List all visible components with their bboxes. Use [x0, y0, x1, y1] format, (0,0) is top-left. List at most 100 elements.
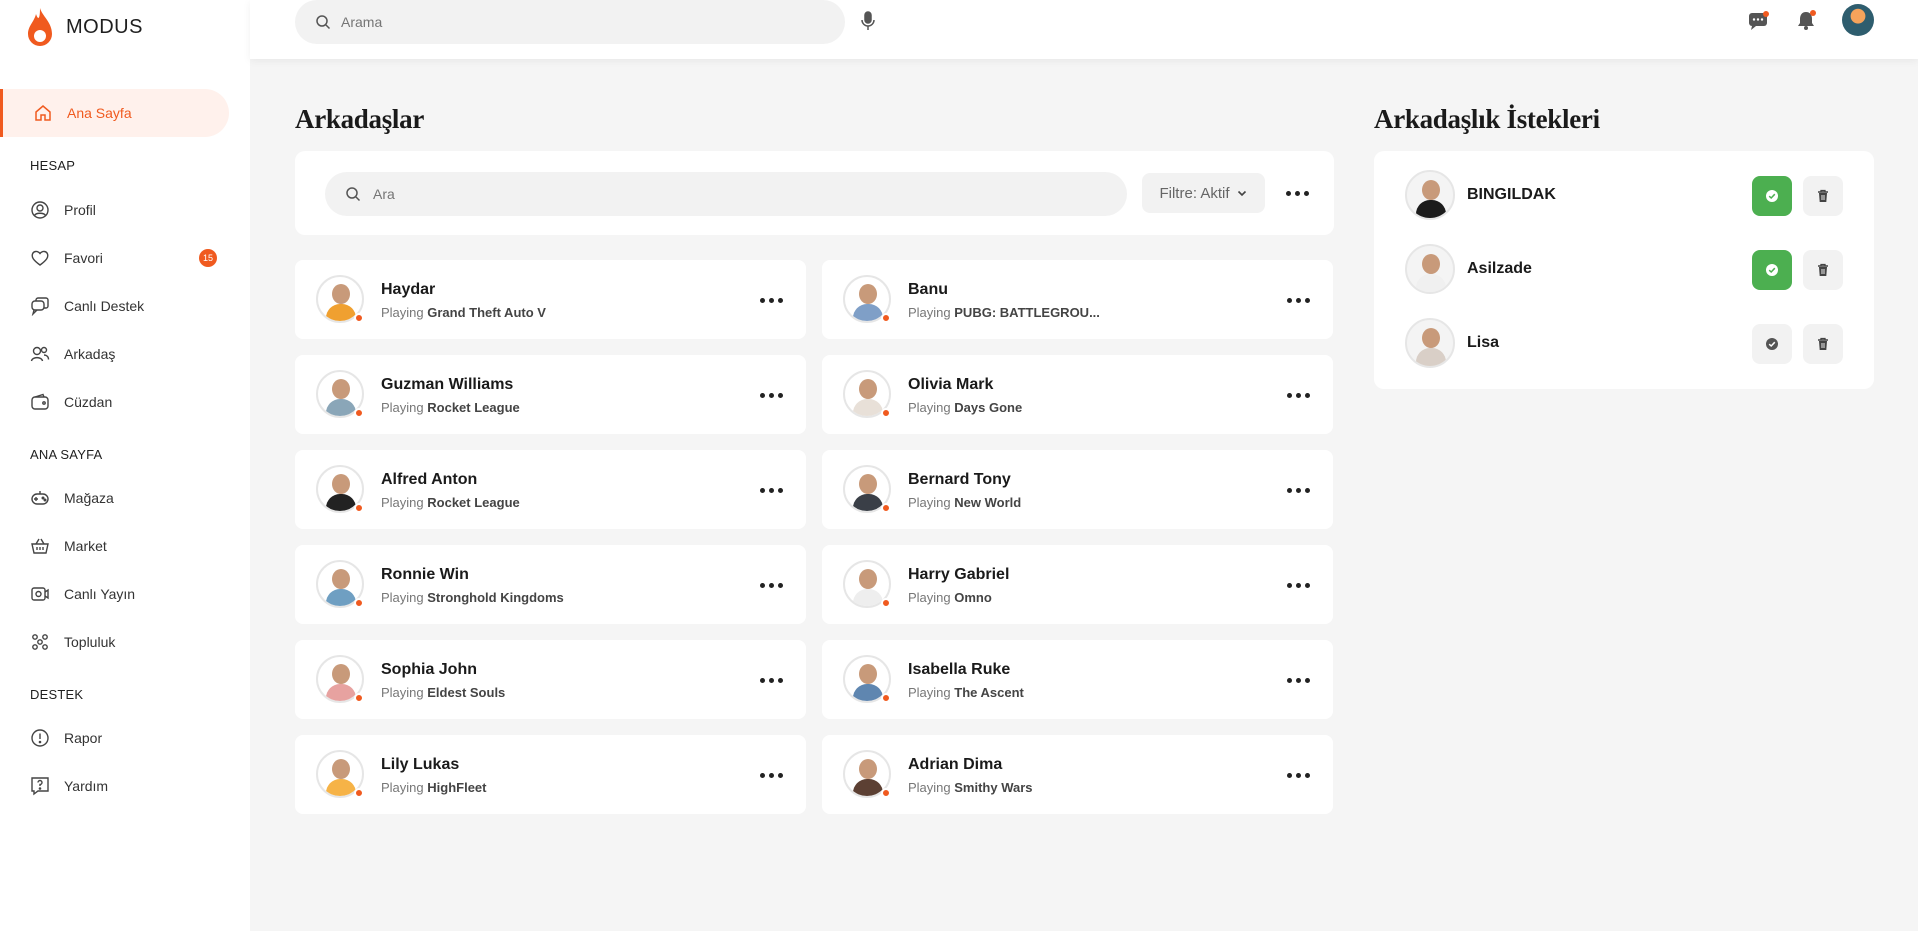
avatar-body [853, 589, 883, 606]
playing-prefix: Playing [381, 305, 424, 320]
sidebar-item-rapor[interactable]: Rapor [30, 723, 230, 753]
friend-more-button[interactable] [1283, 480, 1313, 500]
delete-request-button[interactable] [1803, 176, 1843, 216]
friend-card[interactable]: Haydar Playing Grand Theft Auto V [295, 260, 806, 339]
friend-more-button[interactable] [756, 575, 786, 595]
filter-dropdown[interactable]: Filtre: Aktif [1142, 173, 1265, 213]
request-avatar[interactable] [1405, 318, 1455, 368]
friend-card[interactable]: Lily Lukas Playing HighFleet [295, 735, 806, 814]
notifications-button[interactable] [1795, 9, 1817, 36]
friend-more-button[interactable] [756, 480, 786, 500]
sidebar-item-magaza[interactable]: Mağaza [30, 483, 230, 513]
favorites-count-badge: 15 [199, 249, 217, 267]
delete-request-button[interactable] [1803, 324, 1843, 364]
friend-card[interactable]: Isabella Ruke Playing The Ascent [822, 640, 1333, 719]
accept-request-button[interactable] [1752, 250, 1792, 290]
avatar-head [332, 474, 350, 494]
friend-name: Sophia John [381, 661, 477, 678]
playing-prefix: Playing [381, 590, 424, 605]
online-status-dot [354, 313, 364, 323]
friend-more-button[interactable] [756, 290, 786, 310]
friend-card[interactable]: Sophia John Playing Eldest Souls [295, 640, 806, 719]
game-title: Days Gone [954, 400, 1023, 415]
avatar-head [859, 284, 877, 304]
friends-more-button[interactable] [1282, 183, 1312, 203]
sidebar: MODUS Ana Sayfa HESAP Profil Favori 15 C… [0, 0, 250, 931]
sidebar-item-canli-destek[interactable]: Canlı Destek [30, 291, 230, 321]
sidebar-item-label: Profil [64, 202, 96, 218]
user-avatar[interactable] [1842, 4, 1874, 36]
playing-prefix: Playing [381, 780, 424, 795]
friend-card[interactable]: Guzman Williams Playing Rocket League [295, 355, 806, 434]
flame-icon [28, 7, 52, 46]
friend-card[interactable]: Harry Gabriel Playing Omno [822, 545, 1333, 624]
friends-title: Arkadaşlar [295, 104, 425, 134]
user-icon [31, 201, 49, 219]
avatar-head [859, 759, 877, 779]
friend-activity: Playing Rocket League [381, 400, 520, 415]
sidebar-item-cuzdan[interactable]: Cüzdan [30, 387, 230, 417]
friend-card[interactable]: Banu Playing PUBG: BATTLEGROU... [822, 260, 1333, 339]
playing-prefix: Playing [381, 685, 424, 700]
avatar-body [326, 684, 356, 701]
avatar-body [1416, 274, 1446, 292]
friends-search-input[interactable] [373, 186, 1073, 202]
global-search-input[interactable] [341, 14, 801, 30]
avatar-body [326, 304, 356, 321]
friend-more-button[interactable] [756, 765, 786, 785]
friend-name: Olivia Mark [908, 376, 994, 393]
friend-activity: Playing Grand Theft Auto V [381, 305, 546, 320]
friend-name: Haydar [381, 281, 436, 298]
request-avatar[interactable] [1405, 244, 1455, 294]
friend-more-button[interactable] [1283, 575, 1313, 595]
sidebar-item-topluluk[interactable]: Topluluk [30, 627, 230, 657]
voice-search-button[interactable] [860, 11, 876, 36]
sidebar-item-profil[interactable]: Profil [30, 195, 230, 225]
messages-button[interactable] [1747, 9, 1769, 36]
game-title: Eldest Souls [427, 685, 506, 700]
sidebar-item-yardim[interactable]: Yardım [30, 771, 230, 801]
accept-request-button[interactable] [1752, 324, 1792, 364]
sidebar-item-market[interactable]: Market [30, 531, 230, 561]
check-circle-icon [1766, 338, 1778, 350]
sidebar-item-label: Mağaza [64, 490, 114, 506]
friend-more-button[interactable] [1283, 670, 1313, 690]
sidebar-item-arkadas[interactable]: Arkadaş [30, 339, 230, 369]
friend-more-button[interactable] [756, 385, 786, 405]
friend-activity: Playing Omno [908, 590, 992, 605]
avatar-head [1422, 328, 1440, 348]
sidebar-section-title: HESAP [30, 158, 76, 173]
notification-dot [1810, 10, 1816, 16]
brand-logo[interactable]: MODUS [24, 0, 143, 55]
friend-more-button[interactable] [1283, 385, 1313, 405]
friend-name: Adrian Dima [908, 756, 1003, 773]
notification-dot [1763, 11, 1769, 17]
friend-name: Alfred Anton [381, 471, 478, 488]
sidebar-item-ana-sayfa[interactable]: Ana Sayfa [0, 89, 229, 137]
accept-request-button[interactable] [1752, 176, 1792, 216]
friend-more-button[interactable] [1283, 765, 1313, 785]
delete-request-button[interactable] [1803, 250, 1843, 290]
friend-more-button[interactable] [1283, 290, 1313, 310]
avatar-body [853, 684, 883, 701]
friend-more-button[interactable] [756, 670, 786, 690]
friend-card[interactable]: Adrian Dima Playing Smithy Wars [822, 735, 1333, 814]
sidebar-section-title: DESTEK [30, 687, 84, 702]
sidebar-item-label: Rapor [64, 730, 103, 746]
request-avatar[interactable] [1405, 170, 1455, 220]
avatar-body [853, 399, 883, 416]
friend-card[interactable]: Olivia Mark Playing Days Gone [822, 355, 1333, 434]
global-search[interactable] [295, 0, 845, 44]
sidebar-item-canli-yayin[interactable]: Canlı Yayın [30, 579, 230, 609]
sidebar-item-label: Market [64, 538, 107, 554]
friend-card[interactable]: Alfred Anton Playing Rocket League [295, 450, 806, 529]
friend-card[interactable]: Bernard Tony Playing New World [822, 450, 1333, 529]
online-status-dot [881, 503, 891, 513]
sidebar-section-title: ANA SAYFA [30, 447, 103, 462]
friend-card[interactable]: Ronnie Win Playing Stronghold Kingdoms [295, 545, 806, 624]
online-status-dot [354, 693, 364, 703]
heart-icon [31, 250, 49, 266]
request-name: Lisa [1467, 334, 1500, 351]
friends-search[interactable] [325, 172, 1127, 216]
avatar-head [332, 569, 350, 589]
